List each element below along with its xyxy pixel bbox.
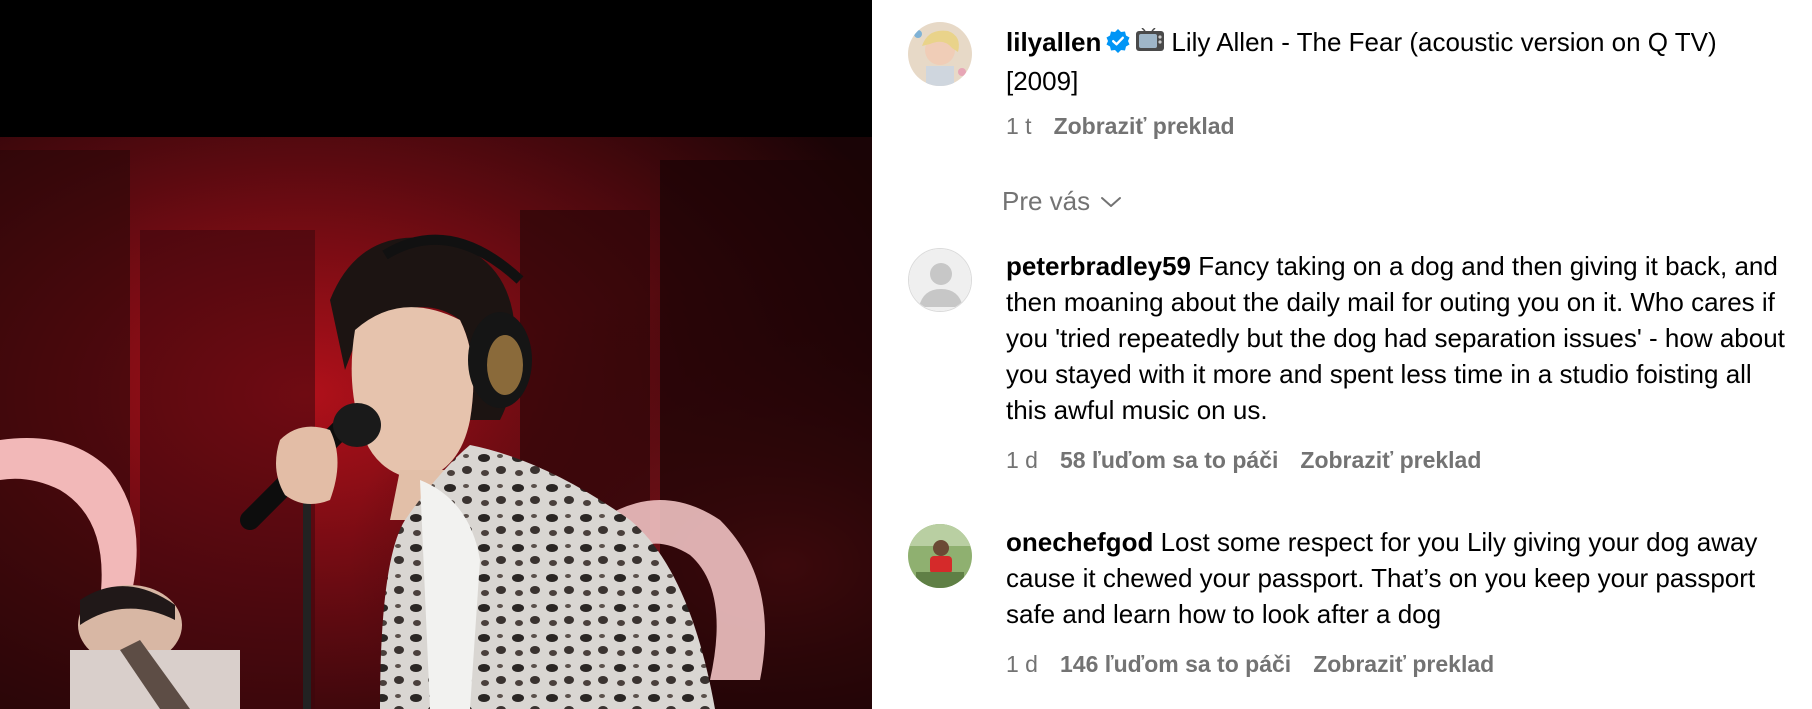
verified-badge-icon	[1105, 27, 1131, 63]
post-translate-link[interactable]: Zobraziť preklad	[1054, 113, 1235, 139]
comment-time[interactable]: 1 d	[1006, 651, 1038, 677]
comment-username[interactable]: onechefgod	[1006, 527, 1153, 557]
post-author-avatar[interactable]	[908, 22, 972, 86]
post-meta: 1 t Zobraziť preklad	[1006, 113, 1257, 140]
video-player[interactable]	[0, 0, 872, 709]
comment-meta: 1 d 58 ľuďom sa to páči Zobraziť preklad	[1006, 447, 1503, 474]
comment-avatar-onechefgod[interactable]	[908, 524, 972, 588]
post-caption: lilyallen Lily Allen - The Fear (acoustic…	[1006, 24, 1786, 99]
chevron-down-icon	[1101, 196, 1122, 207]
post-author-username[interactable]: lilyallen	[1006, 27, 1101, 57]
comment-likes[interactable]: 146 ľuďom sa to páči	[1060, 651, 1291, 677]
comment-body: peterbradley59 Fancy taking on a dog and…	[1006, 248, 1786, 428]
post-time[interactable]: 1 t	[1006, 113, 1032, 139]
television-emoji-icon	[1135, 27, 1165, 63]
comment-sort-label: Pre vás	[1002, 186, 1091, 216]
comment-username[interactable]: peterbradley59	[1006, 251, 1191, 281]
comment-translate-link[interactable]: Zobraziť preklad	[1313, 651, 1494, 677]
comment-body: onechefgod Lost some respect for you Lil…	[1006, 524, 1786, 632]
comment-likes[interactable]: 58 ľuďom sa to páči	[1060, 447, 1278, 473]
comment-translate-link[interactable]: Zobraziť preklad	[1300, 447, 1481, 473]
comment-time[interactable]: 1 d	[1006, 447, 1038, 473]
comment-avatar-peterbradley59[interactable]	[908, 248, 972, 312]
comment-sort-dropdown[interactable]: Pre vás	[1002, 186, 1122, 217]
comments-panel: lilyallen Lily Allen - The Fear (acoustic…	[872, 0, 1812, 709]
comment-meta: 1 d 146 ľuďom sa to páči Zobraziť preklad	[1006, 651, 1516, 678]
video-frame	[0, 0, 872, 709]
